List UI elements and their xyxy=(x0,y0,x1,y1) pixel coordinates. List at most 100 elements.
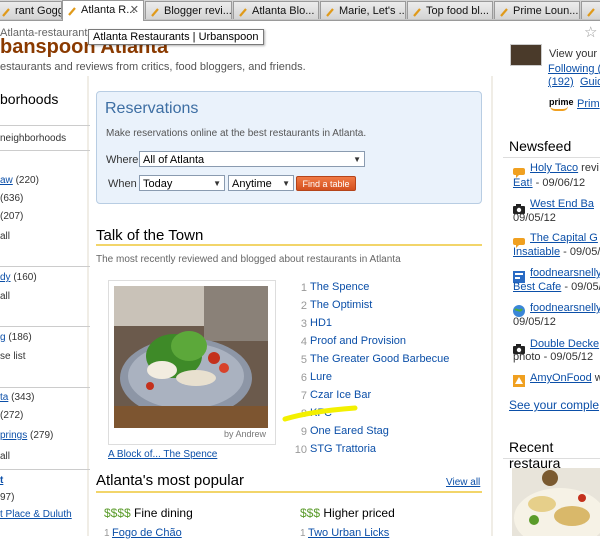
see-complete-feed-link[interactable]: See your comple xyxy=(509,398,599,412)
feed-item-detail[interactable]: Eat! - 09/06/12 xyxy=(513,177,585,189)
chevron-down-icon: ▼ xyxy=(353,155,361,164)
globe-icon xyxy=(513,304,525,317)
left-item[interactable]: aw (220) xyxy=(0,175,39,186)
divider xyxy=(96,491,482,493)
following-link[interactable]: Following ( xyxy=(548,63,600,75)
restaurant-link[interactable]: Fogo de Chão xyxy=(112,527,182,539)
left-item[interactable]: g (186) xyxy=(0,332,32,343)
feed-item-detail: photo - 09/05/12 xyxy=(513,351,594,363)
left-item[interactable]: t Place & Duluth xyxy=(0,509,72,520)
left-item[interactable]: se list xyxy=(0,351,26,362)
rank-number: 3 xyxy=(300,318,307,330)
restaurant-link[interactable]: Lure xyxy=(310,371,332,383)
browser-tab-4[interactable]: Atlanta Blo... xyxy=(233,1,319,19)
rank-number: 1 xyxy=(300,528,306,539)
rank-number: 1 xyxy=(104,528,110,539)
urbanspoon-favicon-icon xyxy=(150,5,160,17)
prime-swoosh-icon xyxy=(550,106,568,111)
divider xyxy=(0,125,90,126)
highlighter-mark xyxy=(282,400,358,424)
count-link[interactable]: (192) xyxy=(548,76,574,88)
rank-number: 10 xyxy=(294,444,307,456)
view-profile-text: View your p xyxy=(549,48,600,60)
close-tab-icon[interactable]: ✕ xyxy=(130,1,139,19)
speech-bubble-icon xyxy=(513,165,525,178)
restaurant-link[interactable]: STG Trattoria xyxy=(310,443,376,455)
browser-tab-5[interactable]: Marie, Let's ... xyxy=(320,1,406,19)
restaurant-link[interactable]: Two Urban Licks xyxy=(308,527,389,539)
reservations-description: Make reservations online at the best res… xyxy=(106,128,367,139)
bookmark-star-icon[interactable]: ☆ xyxy=(584,23,597,41)
left-item[interactable]: all xyxy=(0,231,10,242)
right-column-separator xyxy=(491,76,493,536)
divider xyxy=(0,387,90,388)
left-item[interactable]: neighborhoods xyxy=(0,133,66,144)
chevron-down-icon: ▼ xyxy=(282,179,290,188)
feed-item-detail[interactable]: Best Cafe - 09/05/12 xyxy=(513,281,600,293)
browser-tab-3[interactable]: Blogger revi... xyxy=(145,1,232,19)
urbanspoon-favicon-icon xyxy=(412,5,422,17)
recent-restaurant-photo[interactable] xyxy=(512,468,600,541)
time-select[interactable]: Anytime ▼ xyxy=(228,175,294,191)
restaurant-link[interactable]: HD1 xyxy=(310,317,332,329)
find-table-button[interactable]: Find a table xyxy=(296,176,356,191)
tab-tooltip: Atlanta Restaurants | Urbanspoon xyxy=(88,29,264,45)
left-item[interactable]: (636) xyxy=(0,193,23,204)
feed-item[interactable]: AmyOnFood w xyxy=(530,372,600,384)
rank-number: 6 xyxy=(300,372,307,384)
browser-tab-8[interactable]: P xyxy=(581,1,600,19)
urbanspoon-favicon-icon xyxy=(499,5,509,17)
left-item[interactable]: ta (343) xyxy=(0,392,34,403)
feed-item[interactable]: West End Ba xyxy=(530,198,594,210)
left-item[interactable]: t xyxy=(0,475,3,486)
feed-item[interactable]: foodnearsnelly xyxy=(530,267,600,279)
browser-tab-1[interactable]: rant Gogg... xyxy=(0,1,62,19)
rank-number: 4 xyxy=(300,336,307,348)
left-item[interactable]: 97) xyxy=(0,492,14,503)
urbanspoon-favicon-icon xyxy=(67,4,77,16)
neighborhoods-heading: borhoods xyxy=(0,91,59,107)
feed-item[interactable]: foodnearsnelly xyxy=(530,302,600,314)
restaurant-link[interactable]: One Eared Stag xyxy=(310,425,389,437)
talk-of-town-description: The most recently reviewed and blogged a… xyxy=(96,254,401,265)
left-item[interactable]: all xyxy=(0,451,10,462)
prime-link[interactable]: Prim xyxy=(577,98,600,110)
rank-number: 5 xyxy=(300,354,307,366)
restaurant-link[interactable]: The Spence xyxy=(310,281,369,293)
left-item[interactable]: prings (279) xyxy=(0,430,53,441)
talk-of-town-title: Talk of the Town xyxy=(96,227,204,244)
reservations-title: Reservations xyxy=(105,100,199,117)
restaurant-link[interactable]: Proof and Provision xyxy=(310,335,406,347)
photo-caption-link[interactable]: A Block of... The Spence xyxy=(108,449,217,460)
blog-icon xyxy=(513,270,525,283)
guide-link[interactable]: Guid xyxy=(580,76,600,88)
price-category-fine-dining[interactable]: $$$$ Fine dining xyxy=(104,506,193,520)
browser-tab-2[interactable]: Atlanta R... ✕ xyxy=(62,0,144,21)
browser-tab-6[interactable]: Top food bl... xyxy=(407,1,493,19)
urbanspoon-favicon-icon xyxy=(1,5,11,17)
camera-icon xyxy=(513,341,525,354)
restaurant-link[interactable]: The Greater Good Barbecue xyxy=(310,353,449,365)
day-select[interactable]: Today ▼ xyxy=(139,175,225,191)
rank-number: 9 xyxy=(300,426,307,438)
where-select[interactable]: All of Atlanta ▼ xyxy=(139,151,365,167)
price-category-higher-priced[interactable]: $$$ Higher priced xyxy=(300,506,395,520)
featured-food-photo[interactable] xyxy=(114,286,268,428)
feed-item-detail: 09/05/12 xyxy=(513,212,556,224)
newsfeed-title: Newsfeed xyxy=(509,138,572,154)
divider xyxy=(96,244,482,246)
divider xyxy=(0,469,90,470)
feed-item[interactable]: The Capital G xyxy=(530,232,598,244)
feed-item-detail[interactable]: Insatiable - 09/05/12 xyxy=(513,246,600,258)
restaurant-link[interactable]: The Optimist xyxy=(310,299,372,311)
divider xyxy=(503,458,600,459)
user-avatar[interactable] xyxy=(510,44,542,66)
feed-item[interactable]: Holy Taco revi xyxy=(530,162,599,174)
browser-tab-7[interactable]: Prime Loun... xyxy=(494,1,580,19)
left-item[interactable]: (207) xyxy=(0,211,23,222)
left-item[interactable]: dy (160) xyxy=(0,272,37,283)
view-all-link[interactable]: View all xyxy=(446,477,480,488)
left-item[interactable]: (272) xyxy=(0,410,23,421)
left-item[interactable]: all xyxy=(0,291,10,302)
feed-item[interactable]: Double Decke xyxy=(530,338,599,350)
